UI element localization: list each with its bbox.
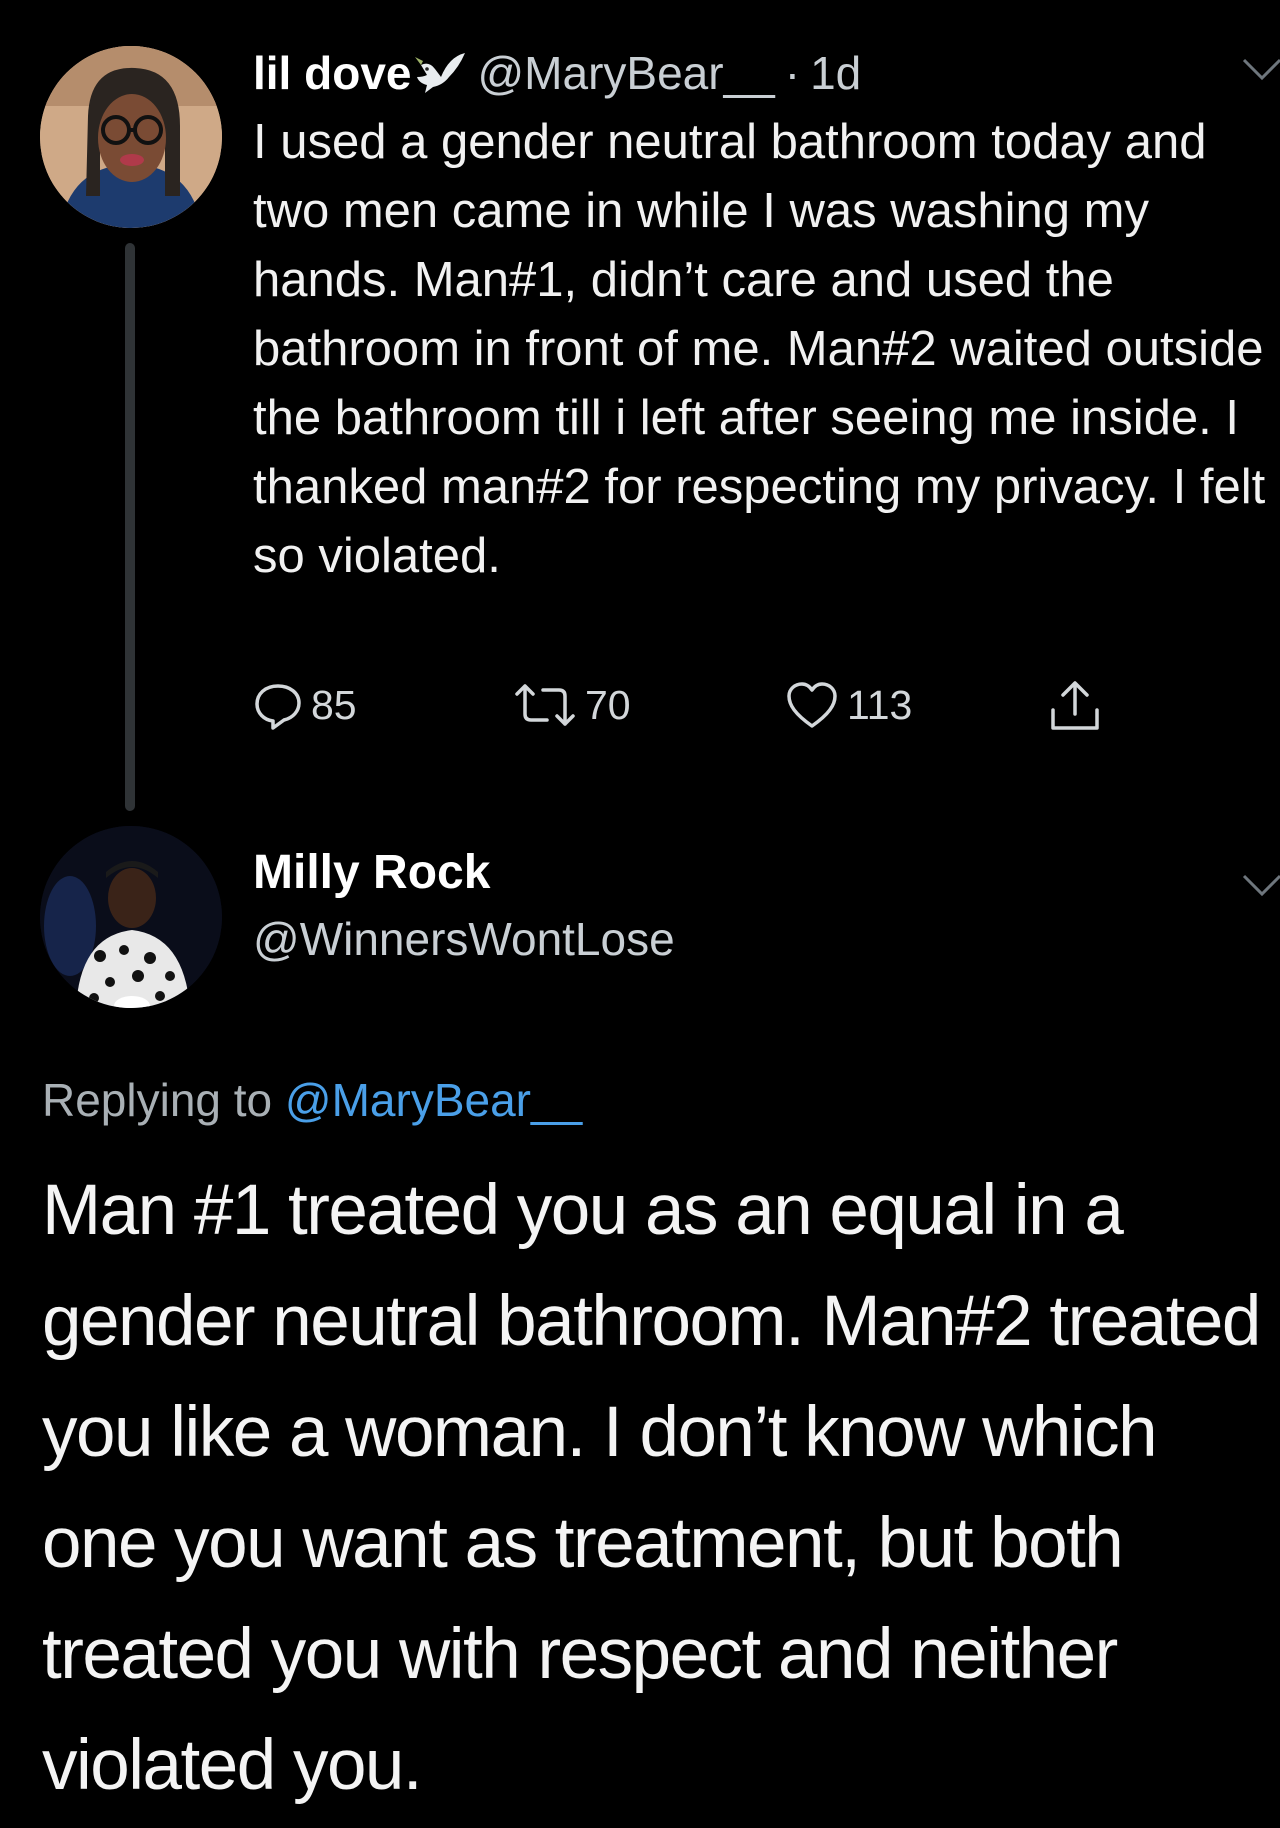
- handle[interactable]: @MaryBear__: [477, 46, 774, 100]
- reply-button[interactable]: 85: [253, 680, 357, 730]
- tweet-actions: 85 70 113: [253, 680, 1113, 740]
- share-button[interactable]: [1048, 680, 1102, 734]
- retweet-button[interactable]: 70: [513, 680, 631, 730]
- display-name[interactable]: Milly Rock: [253, 845, 490, 900]
- replying-mention-link[interactable]: @MaryBear__: [285, 1074, 582, 1126]
- separator-dot: ·: [784, 47, 801, 99]
- tweet-text: Man #1 treated you as an equal in a gend…: [42, 1171, 1261, 1805]
- reply-count: 85: [311, 681, 357, 728]
- heart-icon: [787, 682, 837, 728]
- dove-icon: [415, 51, 467, 95]
- handle[interactable]: @WinnersWontLose: [253, 912, 675, 966]
- share-icon: [1051, 681, 1099, 730]
- like-count: 113: [847, 681, 913, 728]
- timestamp[interactable]: 1d: [810, 46, 861, 100]
- chevron-down-icon[interactable]: [1242, 56, 1280, 82]
- avatar-milly-rock[interactable]: [40, 826, 222, 1008]
- thread-line: [125, 243, 135, 811]
- like-button[interactable]: 113: [785, 680, 912, 730]
- replying-to: Replying to @MaryBear__: [42, 1073, 582, 1127]
- avatar-lil-dove[interactable]: [40, 46, 222, 228]
- reply-icon: [255, 684, 301, 730]
- tweet-header: lil dove @MaryBear__ · 1d: [253, 38, 861, 108]
- display-name[interactable]: lil dove: [253, 46, 411, 100]
- retweet-icon: [515, 684, 575, 726]
- retweet-count: 70: [585, 681, 631, 728]
- chevron-down-icon[interactable]: [1242, 872, 1280, 898]
- replying-prefix: Replying to: [42, 1074, 273, 1126]
- tweet-text: I used a gender neutral bathroom today a…: [253, 115, 1266, 583]
